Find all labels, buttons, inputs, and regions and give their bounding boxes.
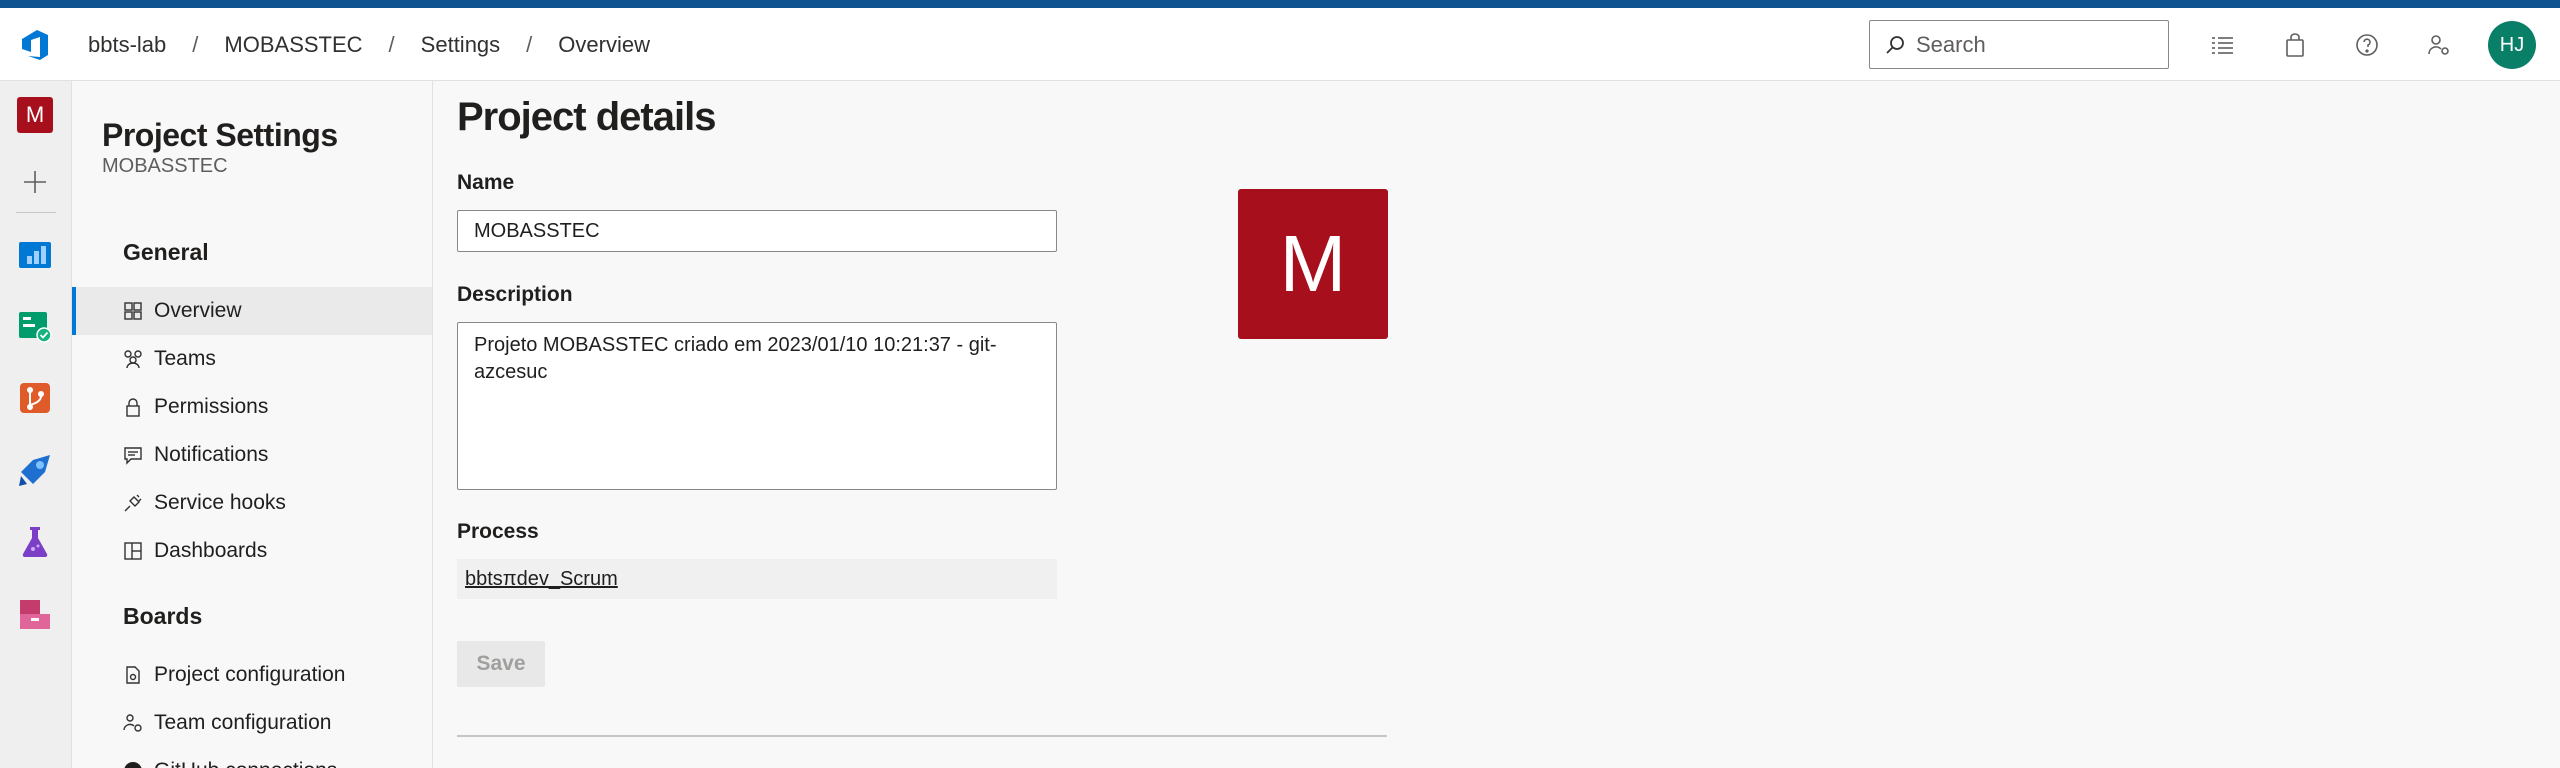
nav-item-notifications[interactable]: Notifications	[72, 431, 432, 479]
task-list-icon[interactable]	[2207, 29, 2239, 61]
breadcrumb-overview[interactable]: Overview	[558, 32, 650, 58]
help-icon[interactable]	[2351, 29, 2383, 61]
project-settings-nav: Project Settings MOBASSTEC General Overv…	[72, 81, 433, 768]
nav-item-project-configuration[interactable]: Project configuration	[72, 651, 432, 699]
rail-divider	[16, 212, 56, 213]
dashboard-icon	[122, 540, 144, 562]
nav-section-boards: Boards	[123, 603, 203, 629]
nav-item-overview[interactable]: Overview	[72, 287, 432, 335]
plug-icon	[122, 492, 144, 514]
left-rail: M	[0, 81, 72, 768]
breadcrumb-project[interactable]: MOBASSTEC	[224, 32, 362, 58]
description-textarea[interactable]: Projeto MOBASSTEC criado em 2023/01/10 1…	[457, 322, 1057, 490]
marketplace-bag-icon[interactable]	[2279, 29, 2311, 61]
azure-devops-logo-icon[interactable]	[18, 28, 52, 62]
nav-item-github-connections[interactable]: GitHub connections	[72, 747, 432, 768]
search-input[interactable]: Search	[1869, 20, 2169, 69]
nav-item-label: Permissions	[154, 395, 269, 418]
github-icon	[122, 760, 144, 768]
project-avatar-initial: M	[1279, 219, 1347, 308]
project-initial: M	[25, 102, 45, 127]
top-accent-strip	[0, 0, 2560, 8]
nav-item-label: Service hooks	[154, 491, 286, 514]
breadcrumb-separator: /	[388, 31, 395, 57]
nav-item-label: Dashboards	[154, 539, 268, 562]
name-value: MOBASSTEC	[474, 219, 600, 242]
project-avatar-button[interactable]: M	[17, 97, 53, 133]
settings-nav-subtitle: MOBASSTEC	[102, 155, 228, 177]
chat-bubble-icon	[122, 444, 144, 466]
test-plans-icon[interactable]	[16, 523, 54, 561]
boards-icon[interactable]	[16, 307, 54, 345]
project-avatar[interactable]: M	[1238, 189, 1388, 339]
process-field: bbtsπdev_Scrum	[457, 559, 1057, 599]
nav-item-permissions[interactable]: Permissions	[72, 383, 432, 431]
main-content: Project details Name MOBASSTEC Descripti…	[433, 81, 2560, 768]
save-button[interactable]: Save	[457, 641, 545, 687]
search-placeholder: Search	[1916, 31, 1986, 57]
nav-item-label: Overview	[154, 299, 242, 322]
breadcrumb-separator: /	[192, 31, 199, 57]
teams-icon	[122, 348, 144, 370]
nav-item-label: Project configuration	[154, 663, 346, 686]
breadcrumb: bbts-lab / MOBASSTEC / Settings / Overvi…	[88, 8, 650, 81]
nav-item-label: GitHub connections	[154, 759, 337, 768]
nav-item-label: Team configuration	[154, 711, 332, 734]
breadcrumb-org[interactable]: bbts-lab	[88, 32, 166, 58]
breadcrumb-separator: /	[526, 31, 533, 57]
nav-item-service-hooks[interactable]: Service hooks	[72, 479, 432, 527]
name-label: Name	[457, 171, 515, 194]
settings-nav-title: Project Settings	[102, 117, 338, 153]
page-title: Project details	[457, 95, 716, 139]
section-divider	[457, 735, 1387, 737]
process-link[interactable]: bbtsπdev_Scrum	[465, 568, 618, 591]
nav-item-dashboards[interactable]: Dashboards	[72, 527, 432, 575]
process-label: Process	[457, 520, 539, 543]
breadcrumb-settings[interactable]: Settings	[421, 32, 501, 58]
nav-item-teams[interactable]: Teams	[72, 335, 432, 383]
description-value: Projeto MOBASSTEC criado em 2023/01/10 1…	[474, 334, 997, 383]
overview-icon[interactable]	[16, 235, 54, 273]
add-icon[interactable]	[16, 163, 54, 201]
pipelines-icon[interactable]	[16, 451, 54, 489]
top-bar: bbts-lab / MOBASSTEC / Settings / Overvi…	[0, 8, 2560, 81]
nav-item-label: Teams	[154, 347, 216, 370]
artifacts-icon[interactable]	[16, 595, 54, 633]
overview-grid-icon	[122, 300, 144, 322]
lock-icon	[122, 396, 144, 418]
user-avatar[interactable]: HJ	[2488, 21, 2536, 69]
team-gear-icon	[122, 712, 144, 734]
nav-item-label: Notifications	[154, 443, 269, 466]
search-icon	[1886, 35, 1904, 54]
user-settings-icon[interactable]	[2423, 29, 2455, 61]
document-gear-icon	[122, 664, 144, 686]
nav-item-team-configuration[interactable]: Team configuration	[72, 699, 432, 747]
name-input[interactable]: MOBASSTEC	[457, 210, 1057, 252]
user-initials: HJ	[2499, 33, 2525, 56]
repos-icon[interactable]	[16, 379, 54, 417]
description-label: Description	[457, 283, 573, 306]
nav-section-general: General	[123, 239, 209, 265]
